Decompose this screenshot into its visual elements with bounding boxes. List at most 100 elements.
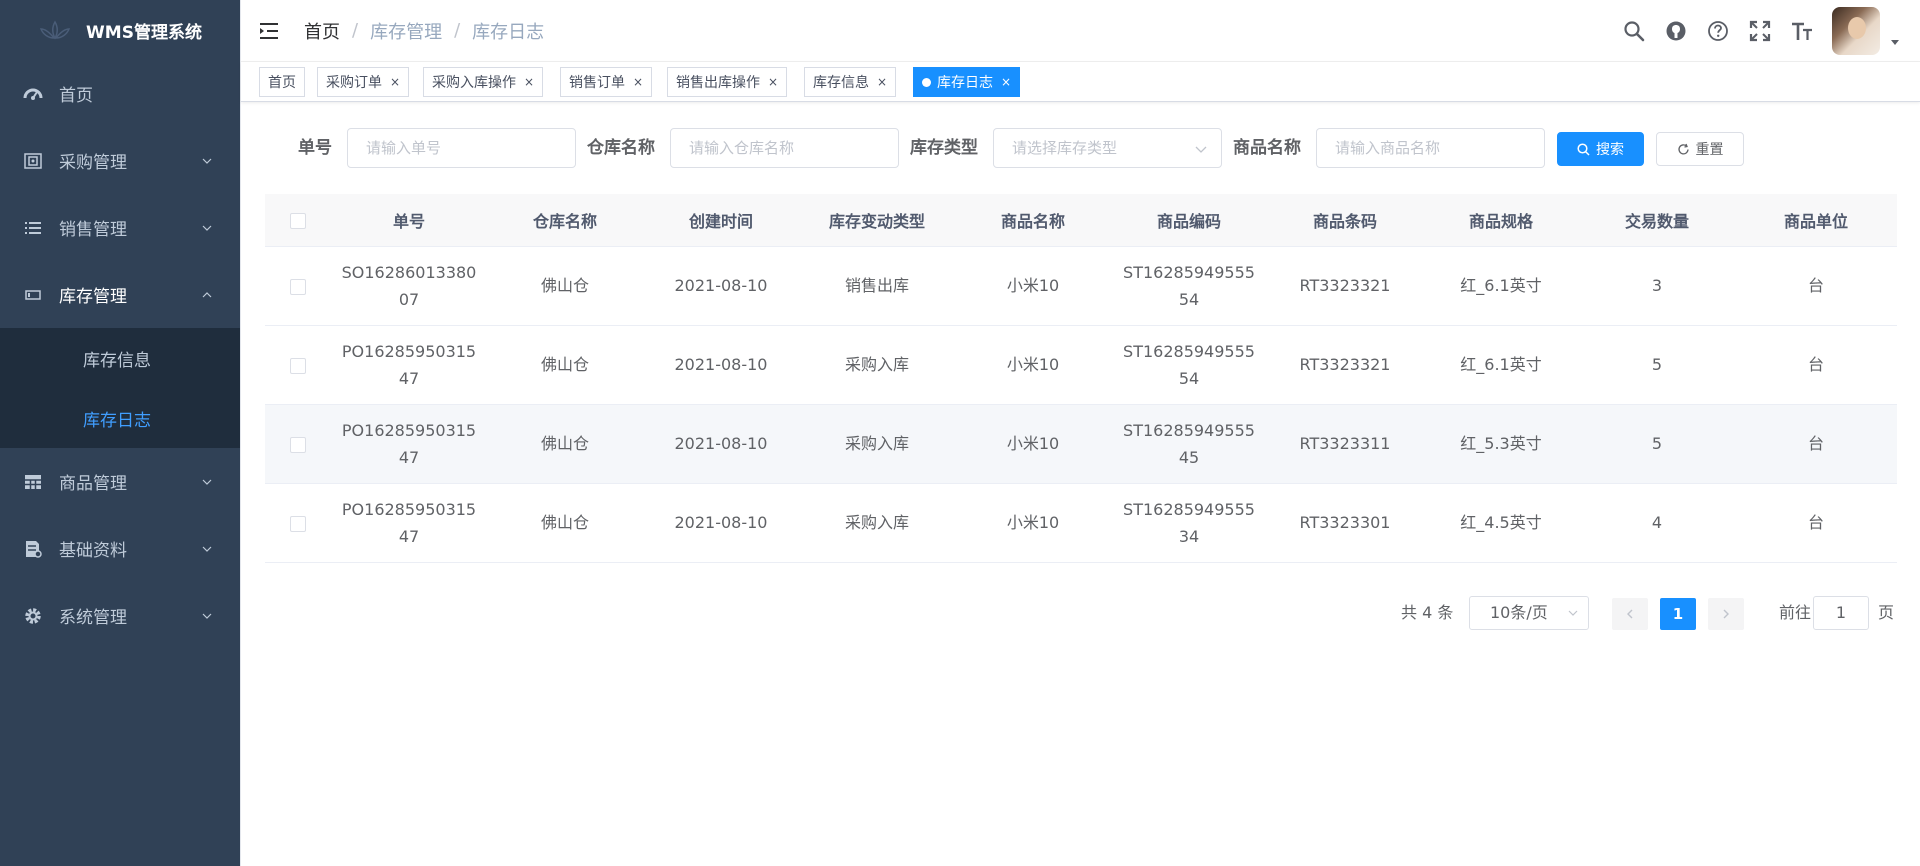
breadcrumb-home[interactable]: 首页 bbox=[304, 18, 340, 44]
reset-button[interactable]: 重置 bbox=[1656, 132, 1744, 166]
row-checkbox[interactable] bbox=[290, 515, 306, 532]
table-row[interactable]: PO1628595031547 佛山仓 2021-08-10 采购入库 小米10… bbox=[265, 325, 1897, 405]
cell-barcode: RT3323311 bbox=[1267, 404, 1423, 484]
breadcrumb-separator: / bbox=[352, 20, 359, 41]
logo-icon bbox=[39, 20, 71, 40]
goto-label: 前往 bbox=[1779, 603, 1812, 622]
page-size-value: 10条/页 bbox=[1490, 603, 1548, 622]
tag-purchase-inbound[interactable]: 采购入库操作 × bbox=[423, 67, 544, 97]
search-button-label: 搜索 bbox=[1596, 142, 1624, 158]
cell-change-type: 采购入库 bbox=[799, 404, 955, 484]
column-header: 商品条码 bbox=[1267, 194, 1423, 247]
search-icon[interactable] bbox=[1622, 19, 1646, 43]
avatar[interactable] bbox=[1832, 7, 1880, 55]
close-icon[interactable]: × bbox=[633, 75, 643, 89]
row-checkbox[interactable] bbox=[290, 357, 306, 374]
close-icon[interactable]: × bbox=[390, 75, 400, 89]
table-row[interactable]: PO1628595031547 佛山仓 2021-08-10 采购入库 小米10… bbox=[265, 404, 1897, 484]
tag-inventory-log[interactable]: 库存日志 × bbox=[913, 67, 1021, 97]
row-checkbox[interactable] bbox=[290, 278, 306, 295]
goto-page-input[interactable]: 1 bbox=[1813, 596, 1869, 630]
tag-sales-order[interactable]: 销售订单 × bbox=[560, 67, 653, 97]
type-select[interactable]: 请选择库存类型 bbox=[993, 128, 1222, 168]
list-icon bbox=[22, 217, 44, 239]
chevron-down-icon bbox=[202, 158, 212, 164]
search-button[interactable]: 搜索 bbox=[1557, 132, 1644, 166]
pagination: 共 4 条 10条/页 1 前往 1 页 bbox=[241, 596, 1920, 630]
cell-change-type: 销售出库 bbox=[799, 246, 955, 326]
product-code: ST1628594955545 bbox=[1123, 420, 1255, 467]
cell-unit: 台 bbox=[1735, 246, 1897, 326]
github-icon[interactable] bbox=[1664, 19, 1688, 43]
chevron-down-icon bbox=[1568, 610, 1578, 616]
page-suffix-label: 页 bbox=[1878, 603, 1895, 622]
cell-order-no: PO1628595031547 bbox=[331, 483, 487, 563]
menu-item-inventory[interactable]: 库存管理 bbox=[0, 261, 240, 328]
page-number-current[interactable]: 1 bbox=[1660, 598, 1696, 630]
cell-product-name: 小米10 bbox=[955, 404, 1111, 484]
tag-home[interactable]: 首页 bbox=[259, 67, 305, 97]
page-size-select[interactable]: 10条/页 bbox=[1469, 596, 1589, 630]
tag-label: 库存信息 bbox=[813, 75, 869, 91]
close-icon[interactable]: × bbox=[524, 75, 534, 89]
warehouse-input[interactable]: 请输入仓库名称 bbox=[670, 128, 899, 168]
type-label: 库存类型 bbox=[910, 138, 978, 158]
row-select-cell bbox=[265, 325, 331, 405]
tag-label: 销售出库操作 bbox=[676, 75, 760, 91]
product-code: ST1628594955534 bbox=[1123, 499, 1255, 546]
menu-item-sales[interactable]: 销售管理 bbox=[0, 194, 240, 261]
font-size-icon[interactable] bbox=[1790, 19, 1814, 43]
cell-quantity: 5 bbox=[1579, 325, 1735, 405]
help-icon[interactable] bbox=[1706, 19, 1730, 43]
tag-purchase-order[interactable]: 采购订单 × bbox=[317, 67, 410, 97]
tag-sales-outbound[interactable]: 销售出库操作 × bbox=[667, 67, 788, 97]
menu-item-products[interactable]: 商品管理 bbox=[0, 448, 240, 515]
chevron-left-icon bbox=[1627, 609, 1633, 619]
menu-label: 采购管理 bbox=[59, 153, 127, 173]
select-all-cell bbox=[265, 194, 331, 247]
product-input[interactable]: 请输入商品名称 bbox=[1316, 128, 1545, 168]
column-header: 仓库名称 bbox=[487, 194, 643, 247]
cell-spec: 红_6.1英寸 bbox=[1423, 246, 1579, 326]
table-header-row: 单号 仓库名称 创建时间 库存变动类型 商品名称 商品编码 商品条码 商品规格 … bbox=[265, 194, 1897, 247]
cell-product-code: ST1628594955554 bbox=[1111, 246, 1267, 326]
cell-barcode: RT3323321 bbox=[1267, 246, 1423, 326]
order-no: PO1628595031547 bbox=[341, 420, 477, 467]
select-all-checkbox[interactable] bbox=[290, 212, 306, 229]
submenu-item-inventory-info[interactable]: 库存信息 bbox=[0, 328, 240, 388]
reset-button-label: 重置 bbox=[1695, 142, 1724, 158]
menu-item-purchase[interactable]: 采购管理 bbox=[0, 127, 240, 194]
breadcrumb-separator: / bbox=[454, 20, 461, 41]
prev-page-button[interactable] bbox=[1612, 598, 1648, 630]
next-page-button[interactable] bbox=[1708, 598, 1744, 630]
app-title: WMS管理系统 bbox=[86, 22, 202, 43]
table-row[interactable]: SO1628601338007 佛山仓 2021-08-10 销售出库 小米10… bbox=[265, 246, 1897, 326]
caret-down-icon[interactable] bbox=[1890, 37, 1900, 47]
order-no: PO1628595031547 bbox=[341, 499, 477, 546]
main-area: 首页 / 库存管理 / 库存日志 首页 采购订单 × 采购入库操作 × 销售订单… bbox=[240, 0, 1920, 866]
menu-label: 系统管理 bbox=[59, 608, 127, 628]
chevron-down-icon bbox=[202, 613, 212, 619]
hamburger-icon[interactable] bbox=[259, 20, 281, 42]
tag-inventory-info[interactable]: 库存信息 × bbox=[804, 67, 897, 97]
purchase-icon bbox=[22, 150, 44, 172]
fullscreen-icon[interactable] bbox=[1748, 19, 1772, 43]
row-checkbox[interactable] bbox=[290, 436, 306, 453]
submenu-item-inventory-log[interactable]: 库存日志 bbox=[0, 388, 240, 448]
table-row[interactable]: PO1628595031547 佛山仓 2021-08-10 采购入库 小米10… bbox=[265, 483, 1897, 563]
close-icon[interactable]: × bbox=[877, 75, 887, 89]
column-header: 商品名称 bbox=[955, 194, 1111, 247]
order-input[interactable]: 请输入单号 bbox=[347, 128, 576, 168]
cell-quantity: 4 bbox=[1579, 483, 1735, 563]
menu-item-home[interactable]: 首页 bbox=[0, 60, 240, 127]
cell-order-no: PO1628595031547 bbox=[331, 325, 487, 405]
menu-item-basic-data[interactable]: 基础资料 bbox=[0, 515, 240, 582]
tags-view: 首页 采购订单 × 采购入库操作 × 销售订单 × 销售出库操作 × 库存信息 × 库存日… bbox=[241, 62, 1920, 102]
active-dot-icon bbox=[922, 77, 931, 87]
cell-created-time: 2021-08-10 bbox=[643, 483, 799, 563]
cell-created-time: 2021-08-10 bbox=[643, 325, 799, 405]
menu-item-system[interactable]: 系统管理 bbox=[0, 582, 240, 649]
close-icon[interactable]: × bbox=[768, 75, 778, 89]
logo: WMS管理系统 bbox=[0, 0, 240, 60]
close-icon[interactable]: × bbox=[1001, 75, 1011, 89]
